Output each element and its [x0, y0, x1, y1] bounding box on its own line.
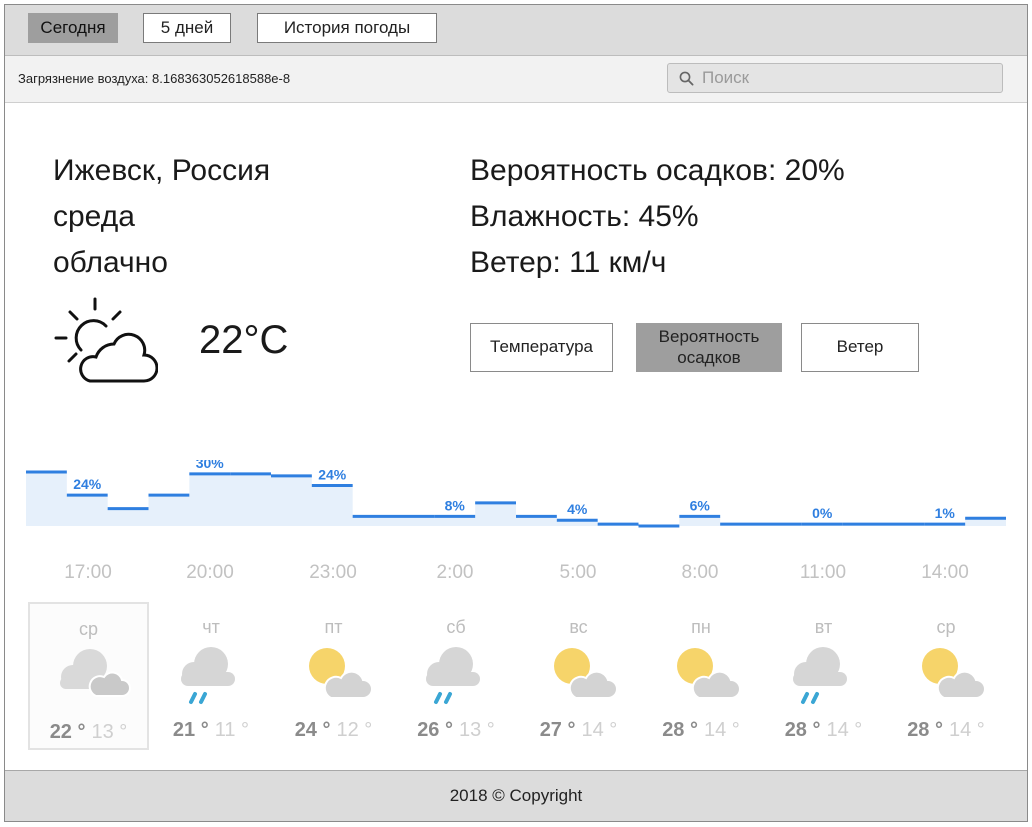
tab-weather-history[interactable]: История погоды [257, 13, 437, 43]
tab-5-days[interactable]: 5 дней [143, 13, 231, 43]
copyright-text: 2018 © Copyright [449, 786, 583, 805]
chart-area [26, 472, 1006, 526]
day-low-temp: 11 ° [214, 719, 250, 741]
day-high-temp: 28 ° [784, 719, 821, 741]
footer: 2018 © Copyright [5, 770, 1027, 821]
forecast-day-card[interactable]: сб 26 ° 13 ° [396, 602, 517, 750]
search-box[interactable] [667, 63, 1003, 93]
current-temperature: 22°C [199, 318, 289, 362]
city-name: Ижевск, Россия [53, 154, 271, 187]
hour-label: 14:00 [921, 562, 969, 583]
wind-chart-button[interactable]: Ветер [801, 323, 919, 372]
day-name: вт [814, 617, 833, 637]
day-temperatures: 27 ° 14 ° [518, 719, 639, 742]
day-high-temp: 24 ° [294, 719, 331, 741]
day-name: сб [446, 617, 466, 637]
chart-data-label: 30% [196, 460, 225, 471]
hour-label: 20:00 [186, 562, 234, 583]
hour-label: 8:00 [681, 562, 719, 583]
cloud-rain-icon [425, 647, 480, 704]
chart-data-label: 4% [567, 501, 588, 517]
day-name: чт [202, 617, 220, 637]
sun-cloud-icon [309, 648, 373, 699]
day-low-temp: 14 ° [949, 719, 985, 741]
day-temperatures: 21 ° 11 ° [151, 719, 272, 742]
day-low-temp: 14 ° [704, 719, 740, 741]
forecast-day-card[interactable]: чт 21 ° 11 ° [151, 602, 272, 750]
search-icon [679, 71, 694, 86]
sun-cloud-icon [676, 648, 741, 699]
day-high-temp: 26 ° [417, 719, 453, 741]
day-high-temp: 22 ° [49, 721, 86, 743]
hour-label: 17:00 [64, 562, 112, 583]
sun-cloud-icon [921, 648, 986, 699]
search-input[interactable] [702, 68, 982, 88]
sun-cloud-icon [554, 648, 618, 699]
day-low-temp: 14 ° [826, 719, 863, 741]
day-name: пн [691, 617, 711, 637]
precipitation-chart: 24% 30% 24% 8% 4% 6% 0% 1% [26, 460, 1006, 528]
partly-cloudy-icon [54, 297, 158, 383]
day-high-temp: 28 ° [662, 719, 698, 741]
tab-bar: Сегодня 5 дней История погоды [5, 5, 1027, 56]
chart-data-label: 6% [690, 497, 711, 513]
day-high-temp: 28 ° [907, 719, 943, 741]
precipitation-probability: Вероятность осадков: 20% [470, 154, 845, 187]
hour-label: 23:00 [309, 562, 357, 583]
app-window: Сегодня 5 дней История погоды Загрязнени… [4, 4, 1028, 822]
chart-data-label: 1% [935, 505, 956, 521]
chart-data-label: 8% [445, 497, 466, 513]
cloud-rain-icon [180, 647, 235, 704]
forecast-day-card[interactable]: пн 28 ° 14 ° [641, 602, 762, 750]
day-temperatures: 26 ° 13 ° [396, 719, 517, 742]
forecast-day-card[interactable]: ср 22 ° 13 ° [28, 602, 149, 750]
air-pollution-text: Загрязнение воздуха: 8.168363052618588e-… [18, 71, 291, 86]
day-low-temp: 12 ° [336, 719, 373, 741]
hour-label: 11:00 [799, 562, 847, 583]
precipitation-chart-button[interactable]: Вероятность осадков [636, 323, 782, 372]
hour-label: 2:00 [436, 562, 474, 583]
forecast-day-card[interactable]: вт 28 ° 14 ° [763, 602, 884, 750]
hour-label: 5:00 [559, 562, 597, 583]
forecast-day-card[interactable]: пт 24 ° 12 ° [273, 602, 394, 750]
day-low-temp: 13 ° [91, 721, 128, 743]
forecast-day-card[interactable]: ср 28 ° 14 ° [886, 602, 1007, 750]
current-weekday: среда [53, 200, 135, 233]
humidity: Влажность: 45% [470, 200, 699, 233]
day-low-temp: 13 ° [459, 719, 495, 741]
cloudy-icon [60, 649, 131, 697]
wind: Ветер: 11 км/ч [470, 246, 667, 279]
cloud-rain-icon [793, 647, 847, 704]
current-condition: облачно [53, 246, 168, 279]
temperature-chart-button[interactable]: Температура [470, 323, 613, 372]
day-high-temp: 21 ° [172, 719, 209, 741]
day-name: вс [569, 617, 588, 637]
day-name: ср [78, 619, 98, 639]
day-temperatures: 28 ° 14 ° [763, 719, 884, 742]
day-temperatures: 28 ° 14 ° [886, 719, 1007, 742]
day-temperatures: 24 ° 12 ° [273, 719, 394, 742]
day-name: пт [324, 617, 343, 637]
day-temperatures: 22 ° 13 ° [30, 721, 147, 744]
chart-data-label: 24% [318, 467, 347, 483]
day-temperatures: 28 ° 14 ° [641, 719, 762, 742]
day-low-temp: 14 ° [581, 719, 618, 741]
chart-data-label: 24% [73, 476, 102, 492]
day-name: ср [936, 617, 956, 637]
forecast-day-card[interactable]: вс 27 ° 14 ° [518, 602, 639, 750]
info-bar: Загрязнение воздуха: 8.168363052618588e-… [5, 56, 1027, 103]
chart-data-label: 0% [812, 505, 833, 521]
tab-today[interactable]: Сегодня [28, 13, 118, 43]
day-high-temp: 27 ° [539, 719, 576, 741]
